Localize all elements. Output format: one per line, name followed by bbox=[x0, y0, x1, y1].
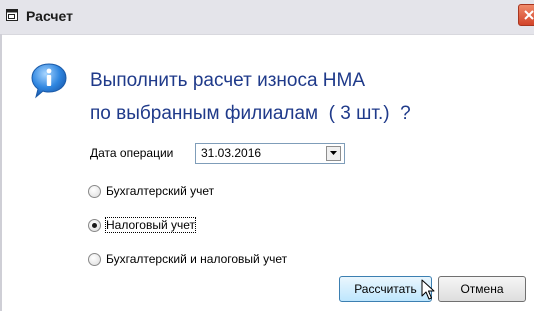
radio-label-accounting-and-tax[interactable]: Бухгалтерский и налоговый учет bbox=[106, 252, 287, 266]
date-label: Дата операции bbox=[90, 146, 174, 160]
date-value[interactable]: 31.03.2016 bbox=[201, 146, 261, 160]
message-line-2: по выбранным филиалам ( 3 шт.) ? bbox=[90, 103, 411, 124]
radio-accounting-and-tax[interactable] bbox=[88, 253, 101, 266]
radio-accounting[interactable] bbox=[88, 185, 101, 198]
chevron-down-icon bbox=[330, 151, 337, 155]
radio-tax[interactable] bbox=[88, 219, 101, 232]
message-line-1: Выполнить расчет износа НМА bbox=[90, 70, 366, 91]
confirmation-message: Выполнить расчет износа НМА по выбранным… bbox=[90, 64, 411, 130]
window-border bbox=[0, 34, 2, 311]
window-icon bbox=[6, 9, 18, 21]
calculate-button[interactable]: Рассчитать bbox=[339, 276, 432, 302]
info-icon bbox=[31, 63, 67, 99]
radio-label-tax[interactable]: Налоговый учет bbox=[105, 217, 196, 233]
cancel-button[interactable]: Отмена bbox=[438, 276, 526, 302]
date-picker[interactable]: 31.03.2016 bbox=[195, 143, 345, 164]
date-dropdown-button[interactable] bbox=[326, 146, 341, 161]
close-icon bbox=[524, 10, 534, 20]
calculation-dialog: Расчет Выполнить расчет износа НМА по вы… bbox=[0, 0, 534, 311]
mouse-cursor-icon bbox=[421, 279, 435, 300]
title-bar[interactable]: Расчет bbox=[0, 0, 534, 35]
radio-label-accounting[interactable]: Бухгалтерский учет bbox=[106, 184, 214, 198]
close-button[interactable] bbox=[518, 4, 534, 26]
window-title: Расчет bbox=[26, 8, 73, 24]
